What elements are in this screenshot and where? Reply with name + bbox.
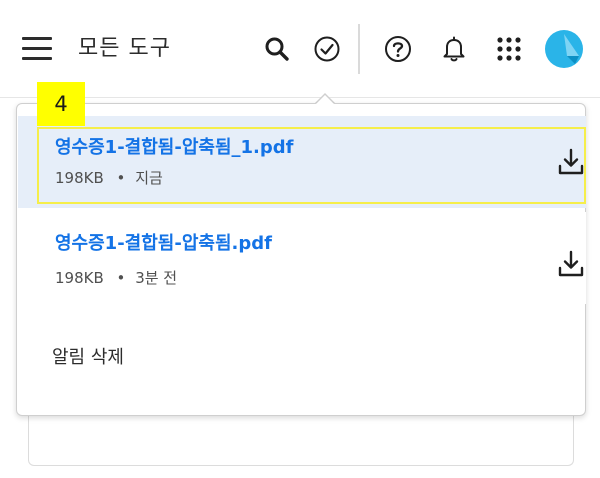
notification-meta: 198KB • 3분 전 <box>55 268 177 288</box>
search-icon[interactable] <box>262 34 292 64</box>
notification-time: 지금 <box>135 169 163 187</box>
clear-notifications-button[interactable]: 알림 삭제 <box>52 346 124 370</box>
notification-file-name[interactable]: 영수증1-결합됨-압축됨_1.pdf <box>55 136 293 160</box>
notification-separator: • <box>116 269 126 287</box>
notification-item[interactable]: 영수증1-결합됨-압축됨_1.pdf 198KB • 지금 <box>18 116 586 208</box>
bell-icon[interactable] <box>439 33 469 65</box>
page-title: 모든 도구 <box>78 36 171 61</box>
menu-icon[interactable] <box>22 35 54 65</box>
download-icon[interactable] <box>558 148 584 176</box>
notification-file-name[interactable]: 영수증1-결합됨-압축됨.pdf <box>55 232 272 256</box>
avatar[interactable] <box>545 30 583 68</box>
help-icon[interactable] <box>383 34 413 64</box>
download-icon[interactable] <box>558 250 584 278</box>
panel-arrow-fill <box>315 95 335 105</box>
notification-size: 198KB <box>55 169 104 187</box>
annotation-badge: 4 <box>37 82 85 126</box>
notification-item[interactable]: 영수증1-결합됨-압축됨.pdf 198KB • 3분 전 <box>18 212 586 304</box>
notification-separator: • <box>116 169 126 187</box>
task-check-icon[interactable] <box>312 34 342 64</box>
toolbar-divider <box>358 24 360 74</box>
apps-grid-icon[interactable] <box>495 35 523 63</box>
notification-time: 3분 전 <box>135 269 178 287</box>
notification-size: 198KB <box>55 269 104 287</box>
top-bar: 모든 도구 <box>0 0 600 98</box>
notification-meta: 198KB • 지금 <box>55 168 163 188</box>
